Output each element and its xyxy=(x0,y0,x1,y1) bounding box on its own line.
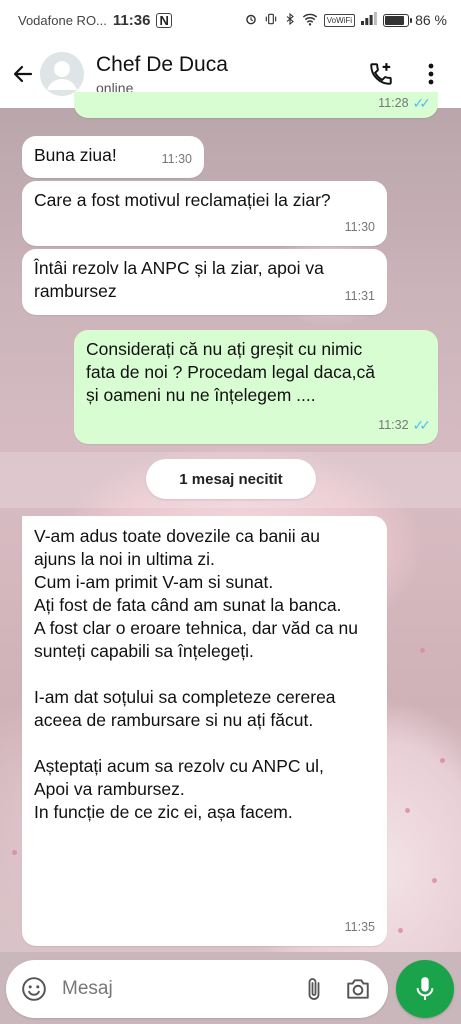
message-time: 11:28 xyxy=(378,96,409,110)
alarm-icon xyxy=(244,12,258,29)
message-text: Întâi rezolv la ANPC și la ziar, apoi va… xyxy=(34,258,324,301)
emoji-button[interactable] xyxy=(14,969,54,1009)
message-bubble-incoming[interactable]: Buna ziua! 11:30 xyxy=(22,136,204,178)
double-check-icon: ✓✓ xyxy=(412,95,432,111)
message-text: Care a fost motivul reclamației la ziar? xyxy=(34,190,331,210)
message-bubble-outgoing[interactable]: 11:28 ✓✓ xyxy=(74,92,438,118)
mic-icon xyxy=(416,977,434,1000)
default-avatar-icon xyxy=(40,52,84,96)
camera-button[interactable] xyxy=(338,969,378,1009)
emoji-icon xyxy=(22,977,46,1001)
add-call-button[interactable] xyxy=(363,54,399,94)
attach-button[interactable] xyxy=(294,969,334,1009)
voice-message-button[interactable] xyxy=(396,960,454,1018)
phone-plus-icon xyxy=(370,63,392,85)
message-time: 11:30 xyxy=(161,152,192,166)
unread-messages-divider: 1 mesaj necitit xyxy=(146,459,316,499)
more-vertical-icon xyxy=(428,63,434,85)
message-bubble-incoming[interactable]: V-am adus toate dovezile ca banii au aju… xyxy=(22,516,387,946)
status-time: 11:36 xyxy=(112,11,151,29)
message-input[interactable] xyxy=(62,978,252,1000)
wifi-icon xyxy=(302,12,318,29)
message-text: V-am adus toate dovezile ca banii au aju… xyxy=(34,526,358,822)
carrier-label: Vodafone RO... xyxy=(18,12,107,28)
avatar[interactable] xyxy=(40,52,84,96)
message-time: 11:32 xyxy=(378,418,409,432)
battery-label: 86 % xyxy=(415,12,447,28)
message-text: Considerați că nu ați greșit cu nimic fa… xyxy=(86,339,375,405)
message-bubble-incoming[interactable]: Care a fost motivul reclamației la ziar?… xyxy=(22,181,387,246)
status-bar: Vodafone RO... 11:36 N VoWiFi 86 % xyxy=(0,0,461,40)
message-bubble-incoming[interactable]: Întâi rezolv la ANPC și la ziar, apoi va… xyxy=(22,249,387,315)
message-bubble-outgoing[interactable]: Considerați că nu ați greșit cu nimic fa… xyxy=(74,330,438,444)
message-time: 11:30 xyxy=(344,220,375,234)
arrow-left-icon xyxy=(13,65,33,83)
contact-info[interactable]: Chef De Duca online xyxy=(96,53,228,96)
message-time: 11:35 xyxy=(344,920,375,934)
composer xyxy=(0,952,461,1024)
nfc-icon: N xyxy=(156,12,172,28)
bluetooth-icon xyxy=(284,12,296,29)
paperclip-icon xyxy=(308,978,320,1000)
message-text: Buna ziua! xyxy=(34,145,117,165)
double-check-icon: ✓✓ xyxy=(412,417,432,433)
battery-icon xyxy=(383,13,413,27)
message-time: 11:31 xyxy=(344,289,375,303)
back-button[interactable] xyxy=(4,54,42,94)
vibrate-icon xyxy=(264,12,278,29)
contact-name: Chef De Duca xyxy=(96,52,228,76)
message-input-container xyxy=(6,960,388,1018)
camera-icon xyxy=(347,979,369,999)
signal-icon xyxy=(361,12,377,28)
menu-button[interactable] xyxy=(413,54,449,94)
vowifi-badge: VoWiFi xyxy=(323,13,356,27)
